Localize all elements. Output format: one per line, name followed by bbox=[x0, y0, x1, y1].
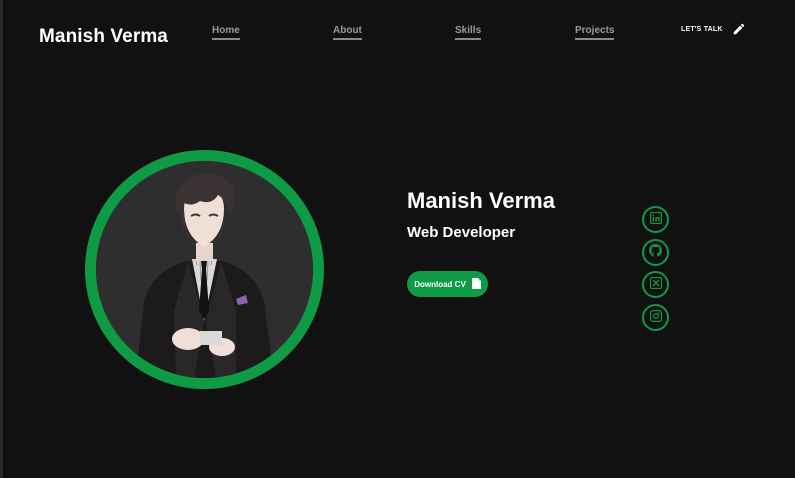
site-brand[interactable]: Manish Verma bbox=[39, 26, 168, 48]
avatar-ring bbox=[85, 150, 324, 389]
github-link[interactable] bbox=[642, 239, 669, 266]
linkedin-link[interactable] bbox=[642, 206, 669, 233]
nav-skills[interactable]: Skills bbox=[455, 25, 482, 40]
hero-role: Web Developer bbox=[407, 224, 516, 241]
nav-about[interactable]: About bbox=[333, 25, 362, 40]
pencil-icon bbox=[732, 22, 746, 36]
avatar bbox=[96, 161, 313, 378]
lets-talk-label: LET'S TALK bbox=[681, 25, 723, 33]
x-link[interactable] bbox=[642, 271, 669, 298]
x-icon bbox=[649, 276, 662, 294]
github-icon bbox=[649, 243, 662, 262]
nav-projects[interactable]: Projects bbox=[575, 25, 615, 40]
avatar-illustration bbox=[96, 161, 313, 378]
download-cv-button[interactable]: Download CV bbox=[407, 271, 488, 297]
document-icon bbox=[471, 277, 481, 291]
portfolio-page: Manish Verma Home About Skills Projects … bbox=[0, 0, 795, 478]
linkedin-icon bbox=[649, 211, 662, 229]
nav-home[interactable]: Home bbox=[212, 25, 240, 40]
instagram-link[interactable] bbox=[642, 304, 669, 331]
lets-talk-button[interactable]: LET'S TALK bbox=[681, 22, 746, 36]
instagram-icon bbox=[649, 309, 662, 327]
hero-name: Manish Verma bbox=[407, 188, 555, 213]
download-cv-label: Download CV bbox=[414, 279, 466, 289]
